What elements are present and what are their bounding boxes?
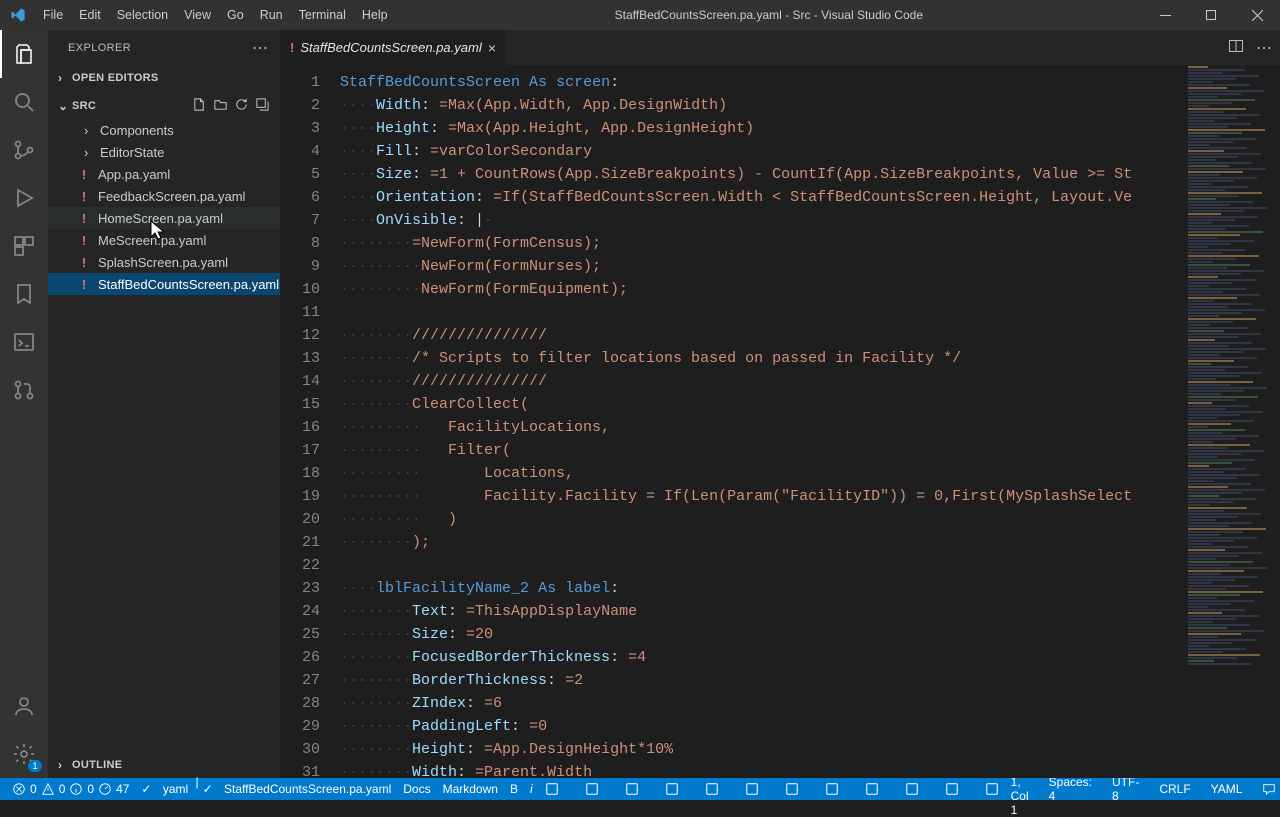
minimap[interactable] [1184,65,1280,778]
chevron-right-icon: › [84,123,100,138]
explorer-sidebar: EXPLORER ⋯ › OPEN EDITORS ⌄ SRC [48,30,280,778]
menu-go[interactable]: Go [219,0,252,30]
file-staffbedcountsscreen-pa-yaml[interactable]: !StaffBedCountsScreen.pa.yaml [48,273,280,295]
maximize-button[interactable] [1188,0,1234,30]
yaml-file-icon: ! [76,255,92,270]
yaml-file-icon: ! [290,40,294,55]
src-label: SRC [72,100,96,112]
settings-activity[interactable]: 1 [0,730,48,778]
status-image-icon[interactable] [779,778,805,800]
status-language[interactable]: YAML [1205,778,1249,800]
extensions-activity[interactable] [0,222,48,270]
outline-label: OUTLINE [72,759,122,771]
yaml-file-icon: ! [76,167,92,182]
menu-edit[interactable]: Edit [71,0,109,30]
sidebar-title: EXPLORER [68,42,131,54]
status-lock-icon[interactable] [979,778,1005,800]
source-control-activity[interactable] [0,126,48,174]
status-checkbox-icon[interactable] [659,778,685,800]
title-bar: FileEditSelectionViewGoRunTerminalHelp S… [0,0,1280,30]
search-activity[interactable] [0,78,48,126]
status-list-icon[interactable] [579,778,605,800]
status-italic[interactable]: i [524,778,539,800]
status-encoding[interactable]: UTF-8 [1106,778,1145,800]
menu-help[interactable]: Help [354,0,396,30]
close-icon[interactable]: × [488,40,496,56]
status-markdown[interactable]: Markdown [437,778,504,800]
status-warning-icon[interactable] [539,778,565,800]
new-file-icon[interactable] [192,97,207,115]
menu-terminal[interactable]: Terminal [291,0,354,30]
file-feedbackscreen-pa-yaml[interactable]: !FeedbackScreen.pa.yaml [48,185,280,207]
src-section[interactable]: ⌄ SRC [48,95,280,117]
close-button[interactable] [1234,0,1280,30]
minimize-button[interactable] [1142,0,1188,30]
explorer-activity[interactable] [0,30,48,78]
status-docs[interactable]: Docs [397,778,436,800]
git-pr-activity[interactable] [0,366,48,414]
vscode-logo-icon [0,7,35,23]
status-table-icon[interactable] [819,778,845,800]
yaml-file-icon: ! [76,233,92,248]
status-yaml-check[interactable]: ✓ yaml | ✓ StaffBedCountsScreen.pa.yaml [135,778,397,800]
open-editors-label: OPEN EDITORS [72,72,159,84]
status-link-icon[interactable] [739,778,765,800]
mouse-cursor-icon [148,219,168,243]
sidebar-more-icon[interactable]: ⋯ [252,38,268,58]
chevron-down-icon: ⌄ [58,99,72,113]
folder-components[interactable]: ›Components [48,119,280,141]
window-title: StaffBedCountsScreen.pa.yaml - Src - Vis… [396,8,1142,22]
status-feedback-icon[interactable] [1256,778,1280,800]
file-splashscreen-pa-yaml[interactable]: !SplashScreen.pa.yaml [48,251,280,273]
folder-editorstate[interactable]: ›EditorState [48,141,280,163]
collapse-icon[interactable] [255,97,270,115]
window-controls [1142,0,1280,30]
open-editors-section[interactable]: › OPEN EDITORS [48,69,280,87]
status-bold[interactable]: B [504,778,524,800]
status-preview-icon[interactable] [939,778,965,800]
tab-staffbedcounts[interactable]: ! StaffBedCountsScreen.pa.yaml × [280,30,507,65]
line-numbers: 1234567891011121314151617181920212223242… [280,65,340,778]
menu-file[interactable]: File [35,0,71,30]
code-content[interactable]: StaffBedCountsScreen As screen:····Width… [340,65,1184,778]
menu-selection[interactable]: Selection [109,0,176,30]
status-problems[interactable]: 0 0 0 47 [6,778,135,800]
chevron-right-icon: › [58,71,72,85]
settings-badge: 1 [28,760,42,772]
outline-section[interactable]: › OUTLINE [48,756,280,774]
status-add-box-icon[interactable] [699,778,725,800]
editor-tabs: ! StaffBedCountsScreen.pa.yaml × ⋯ [280,30,1280,65]
run-debug-activity[interactable] [0,174,48,222]
status-bullets-icon[interactable] [619,778,645,800]
status-eol[interactable]: CRLF [1153,778,1196,800]
more-actions-icon[interactable]: ⋯ [1256,38,1272,58]
activity-bar: 1 [0,30,48,778]
refresh-icon[interactable] [234,97,249,115]
status-strike-icon[interactable] [899,778,925,800]
status-spaces[interactable]: Spaces: 4 [1043,778,1098,800]
menu-run[interactable]: Run [252,0,291,30]
menu-bar: FileEditSelectionViewGoRunTerminalHelp [35,0,396,30]
yaml-file-icon: ! [76,277,92,292]
code-editor[interactable]: 1234567891011121314151617181920212223242… [280,65,1280,778]
yaml-file-icon: ! [76,189,92,204]
chevron-right-icon: › [58,758,72,772]
chevron-right-icon: › [84,145,100,160]
new-folder-icon[interactable] [213,97,228,115]
bookmark-activity[interactable] [0,270,48,318]
tab-label: StaffBedCountsScreen.pa.yaml [300,40,481,55]
status-cursor[interactable]: Ln 1, Col 1 [1005,778,1035,800]
terminal-activity[interactable] [0,318,48,366]
file-app-pa-yaml[interactable]: !App.pa.yaml [48,163,280,185]
status-code-icon[interactable] [859,778,885,800]
editor-area: ! StaffBedCountsScreen.pa.yaml × ⋯ 12345… [280,30,1280,778]
yaml-file-icon: ! [76,211,92,226]
split-editor-icon[interactable] [1228,38,1244,57]
status-bar: 0 0 0 47 ✓ yaml | ✓ StaffBedCountsScreen… [0,778,1280,800]
menu-view[interactable]: View [176,0,219,30]
accounts-activity[interactable] [0,682,48,730]
